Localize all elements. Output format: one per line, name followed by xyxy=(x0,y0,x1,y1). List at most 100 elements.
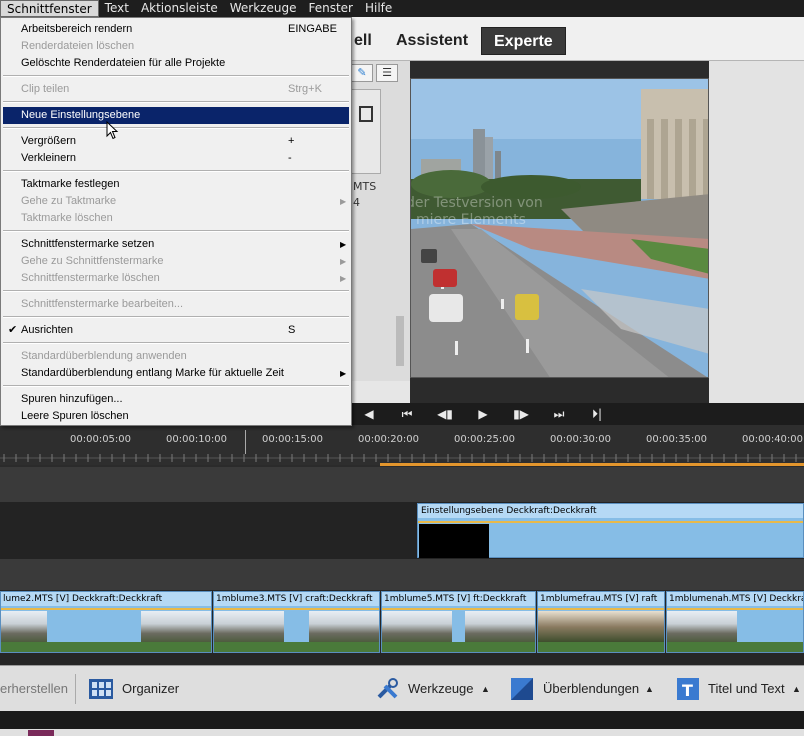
timecode-label: 00:00:05:00 xyxy=(70,434,132,445)
timecode-label: 00:00:20:00 xyxy=(358,434,420,445)
menu-item[interactable]: Vergrößern + xyxy=(3,133,349,150)
watermark-line-1: der Testversion von xyxy=(411,195,543,211)
step-back-icon[interactable]: ◀▮ xyxy=(426,407,464,421)
menu-item[interactable]: Schnittfenstermarke bearbeiten... xyxy=(3,296,349,313)
opacity-line[interactable] xyxy=(1,608,211,610)
work-area-bar[interactable] xyxy=(380,463,804,466)
clip-thumbnail xyxy=(1,611,47,643)
clip-thumbnail xyxy=(419,524,489,558)
taskbar-app-icon[interactable] xyxy=(28,730,54,736)
menu-item[interactable]: Renderdateien löschen xyxy=(3,38,349,55)
menu-item[interactable]: Schnittfenstermarke löschen ▶ xyxy=(3,270,349,287)
transitions-icon[interactable] xyxy=(510,677,534,701)
menu-item[interactable]: Verkleinern - xyxy=(3,150,349,167)
monitor-preview: der Testversion von miere Elements xyxy=(410,78,709,378)
menu-item-shortcut: EINGABE xyxy=(288,23,337,35)
step-icon[interactable]: ◀ xyxy=(350,407,388,421)
timecode-label: 00:00:40:00 xyxy=(742,434,804,445)
menu-item[interactable]: Leere Spuren löschen xyxy=(3,408,349,425)
video-clip[interactable]: 1mblumefrau.MTS [V] raft xyxy=(537,591,665,653)
menu-item-label: Gehe zu Taktmarke xyxy=(21,195,117,207)
timecode-label: 00:00:10:00 xyxy=(166,434,228,445)
organizer-button[interactable]: Organizer xyxy=(122,666,179,712)
opacity-line[interactable] xyxy=(667,608,803,610)
submenu-arrow-icon: ▶ xyxy=(340,369,347,378)
timecode-label: 00:00:25:00 xyxy=(454,434,516,445)
menu-item[interactable]: Taktmarke festlegen xyxy=(3,176,349,193)
tools-button[interactable]: Werkzeuge xyxy=(408,666,474,712)
titles-button[interactable]: Titel und Text xyxy=(708,666,785,712)
transitions-button[interactable]: Überblendungen xyxy=(543,666,639,712)
menu-schnittfenster[interactable]: Schnittfenster xyxy=(0,0,99,17)
timecode-label: 00:00:15:00 xyxy=(262,434,324,445)
pin-icon[interactable]: ✎ xyxy=(351,64,373,82)
menu-werkzeuge[interactable]: Werkzeuge xyxy=(224,0,303,17)
clip-title: 1mblume3.MTS [V] craft:Deckkraft xyxy=(214,592,379,606)
menu-aktionsleiste[interactable]: Aktionsleiste xyxy=(135,0,224,17)
loop-icon[interactable]: ⏵| xyxy=(578,407,616,422)
menu-item[interactable]: Gehe zu Taktmarke ▶ xyxy=(3,193,349,210)
opacity-line[interactable] xyxy=(214,608,379,610)
video-clip[interactable]: lume2.MTS [V] Deckkraft:Deckkraft xyxy=(0,591,212,653)
watermark-line-2: miere Elements xyxy=(416,212,526,228)
step-forward-icon[interactable]: ▮▶ xyxy=(502,407,540,421)
menu-item[interactable]: Schnittfenstermarke setzen ▶ xyxy=(3,236,349,253)
panel-scrollbar[interactable] xyxy=(396,316,404,366)
opacity-line[interactable] xyxy=(418,521,803,523)
go-to-end-icon[interactable]: ⏭ xyxy=(540,407,578,422)
menu-item-label: Schnittfenstermarke bearbeiten... xyxy=(21,298,184,310)
menu-item[interactable]: Gehe zu Schnittfenstermarke ▶ xyxy=(3,253,349,270)
video-clip[interactable]: 1mblume3.MTS [V] craft:Deckkraft xyxy=(213,591,380,653)
menu-item[interactable]: Clip teilen Strg+K xyxy=(3,81,349,98)
tools-caret-icon[interactable]: ▲ xyxy=(481,666,490,712)
restore-button[interactable]: erherstellen xyxy=(0,666,68,712)
menu-item-label: Clip teilen xyxy=(21,83,70,95)
titles-icon[interactable]: T xyxy=(676,677,700,701)
mouse-cursor-icon xyxy=(106,121,119,140)
menu-item-label: Vergrößern xyxy=(21,135,77,147)
playhead[interactable] xyxy=(245,430,246,454)
menu-item-label: Renderdateien löschen xyxy=(21,40,135,52)
menu-item[interactable]: Spuren hinzufügen... xyxy=(3,391,349,408)
titles-caret-icon[interactable]: ▲ xyxy=(792,666,801,712)
menu-text[interactable]: Text xyxy=(99,0,135,17)
clip-title: 1mblumefrau.MTS [V] raft xyxy=(538,592,664,606)
menu-separator xyxy=(3,342,349,344)
menu-item[interactable]: Standardüberblendung entlang Marke für a… xyxy=(3,365,349,382)
film-icon xyxy=(359,106,373,122)
menu-hilfe[interactable]: Hilfe xyxy=(359,0,398,17)
menu-item-label: Taktmarke festlegen xyxy=(21,178,120,190)
svg-text:T: T xyxy=(682,681,693,700)
clip-title: 1mblume5.MTS [V] ft:Deckkraft xyxy=(382,592,535,606)
clip-thumbnail xyxy=(382,611,452,643)
menu-item[interactable]: Arbeitsbereich rendern EINGABE xyxy=(3,21,349,38)
play-icon[interactable]: ▶ xyxy=(464,407,502,421)
transitions-caret-icon[interactable]: ▲ xyxy=(645,666,654,712)
tab-expert[interactable]: Experte xyxy=(481,27,566,55)
menu-item[interactable]: ✔ Ausrichten S xyxy=(3,322,349,339)
opacity-line[interactable] xyxy=(538,608,664,610)
audio-strip xyxy=(538,642,664,652)
monitor-side-panel xyxy=(709,61,804,403)
tools-icon[interactable] xyxy=(376,677,400,701)
organizer-icon[interactable] xyxy=(88,677,113,701)
adjustment-layer-clip[interactable]: Einstellungsebene Deckkraft:Deckkraft xyxy=(417,503,804,558)
timecode-label: 00:00:30:00 xyxy=(550,434,612,445)
menu-item[interactable]: Taktmarke löschen xyxy=(3,210,349,227)
menu-item-shortcut: + xyxy=(288,135,295,147)
menu-item-label: Standardüberblendung entlang Marke für a… xyxy=(21,367,284,379)
menu-fenster[interactable]: Fenster xyxy=(302,0,359,17)
menu-item-shortcut: S xyxy=(288,324,296,336)
panel-menu-icon[interactable]: ☰ xyxy=(376,64,398,82)
video-clip[interactable]: 1mblumenah.MTS [V] Deckkraft xyxy=(666,591,804,653)
menu-item[interactable]: Neue Einstellungsebene xyxy=(3,107,349,124)
menu-item[interactable]: Gelöschte Renderdateien für alle Projekt… xyxy=(3,55,349,72)
video-clip[interactable]: 1mblume5.MTS [V] ft:Deckkraft xyxy=(381,591,536,653)
menu-item-label: Arbeitsbereich rendern xyxy=(21,23,133,35)
menu-item[interactable]: Standardüberblendung anwenden xyxy=(3,348,349,365)
tab-assistant[interactable]: Assistent xyxy=(384,27,480,55)
clip-thumbnail xyxy=(309,611,379,643)
go-to-start-icon[interactable]: ⏮ xyxy=(388,407,426,422)
opacity-line[interactable] xyxy=(382,608,535,610)
menu-separator xyxy=(3,101,349,103)
